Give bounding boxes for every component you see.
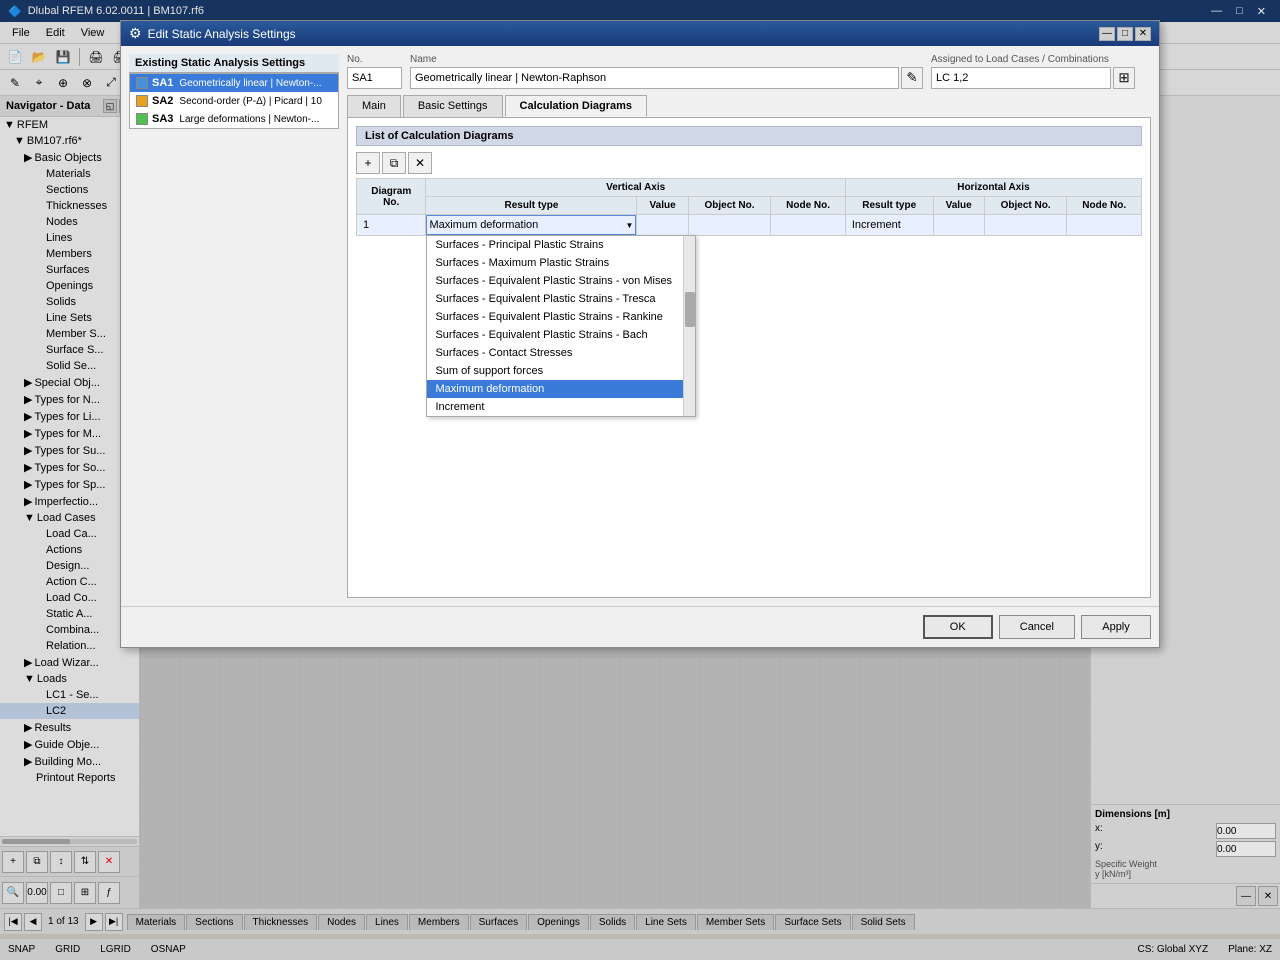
td-h-value[interactable] [933, 215, 984, 236]
diagram-table: DiagramNo. Vertical Axis Horizontal Axis… [356, 178, 1142, 236]
dialog-title-text: Edit Static Analysis Settings [148, 27, 296, 41]
settings-right-area: No. Name ✎ Assigned to Load Cases / Comb… [347, 54, 1151, 598]
dd-item-9[interactable]: Increment [427, 398, 695, 416]
dialog-titlebar: ⚙ Edit Static Analysis Settings — □ ✕ [121, 21, 1159, 46]
table-toolbar: + ⧉ ✕ [356, 152, 1142, 174]
name-input[interactable] [410, 67, 899, 89]
existing-item-sa3[interactable]: SA3 Large deformations | Newton-... [130, 110, 338, 128]
th-horizontal-axis: Horizontal Axis [845, 179, 1141, 197]
dd-item-4[interactable]: Surfaces - Equivalent Plastic Strains - … [427, 308, 695, 326]
existing-settings-title: Existing Static Analysis Settings [129, 54, 339, 73]
table-add-btn[interactable]: + [356, 152, 380, 174]
dd-item-7[interactable]: Sum of support forces [427, 362, 695, 380]
dialog-footer: OK Cancel Apply [121, 606, 1159, 647]
name-field-group: Name ✎ [410, 54, 923, 89]
sa3-id: SA3 [152, 113, 173, 125]
dialog-title-left: ⚙ Edit Static Analysis Settings [129, 25, 296, 42]
dd-item-5[interactable]: Surfaces - Equivalent Plastic Strains - … [427, 326, 695, 344]
name-label: Name [410, 54, 923, 65]
th-v-node: Node No. [771, 197, 846, 215]
tab-basic-settings[interactable]: Basic Settings [403, 95, 503, 117]
table-row-1[interactable]: 1 Maximum deformation ▼ [357, 215, 1142, 236]
th-v-result: Result type [426, 197, 637, 215]
th-h-obj: Object No. [984, 197, 1067, 215]
dialog-minimize-btn[interactable]: — [1099, 27, 1115, 41]
dd-item-6[interactable]: Surfaces - Contact Stresses [427, 344, 695, 362]
dialog-body: Existing Static Analysis Settings SA1 Ge… [121, 46, 1159, 606]
dd-item-2[interactable]: Surfaces - Equivalent Plastic Strains - … [427, 272, 695, 290]
th-h-node: Node No. [1067, 197, 1142, 215]
td-no: 1 [357, 215, 426, 236]
top-fields-row: No. Name ✎ Assigned to Load Cases / Comb… [347, 54, 1151, 89]
sa2-id: SA2 [152, 95, 173, 107]
th-h-result: Result type [845, 197, 933, 215]
td-v-result[interactable]: Maximum deformation ▼ Surfaces - Princip… [426, 215, 637, 236]
edit-static-analysis-dialog: ⚙ Edit Static Analysis Settings — □ ✕ Ex… [120, 20, 1160, 648]
sa3-text: Large deformations | Newton-... [179, 114, 319, 125]
assigned-browse-btn[interactable]: ⊞ [1113, 67, 1135, 89]
assigned-input-row: ⊞ [931, 67, 1151, 89]
dialog-tab-bar: Main Basic Settings Calculation Diagrams [347, 95, 1151, 118]
existing-item-sa1[interactable]: SA1 Geometrically linear | Newton-... [130, 74, 338, 92]
td-h-result[interactable]: Increment [845, 215, 933, 236]
sa1-id: SA1 [152, 77, 173, 89]
dd-scroll-thumb [685, 292, 695, 327]
table-delete-btn[interactable]: ✕ [408, 152, 432, 174]
assigned-input[interactable] [931, 67, 1111, 89]
name-edit-btn[interactable]: ✎ [901, 67, 923, 89]
th-diagram-no: DiagramNo. [357, 179, 426, 215]
table-copy-btn[interactable]: ⧉ [382, 152, 406, 174]
name-input-row: ✎ [410, 67, 923, 89]
dd-scrollbar[interactable] [683, 236, 695, 416]
dialog-title-buttons: — □ ✕ [1099, 27, 1151, 41]
assigned-label: Assigned to Load Cases / Combinations [931, 54, 1151, 65]
diagram-table-container: DiagramNo. Vertical Axis Horizontal Axis… [356, 178, 1142, 236]
assigned-field-group: Assigned to Load Cases / Combinations ⊞ [931, 54, 1151, 89]
tab-main[interactable]: Main [347, 95, 401, 117]
result-type-dropdown[interactable]: Maximum deformation ▼ [426, 215, 636, 235]
sa1-text: Geometrically linear | Newton-... [179, 78, 321, 89]
list-header: List of Calculation Diagrams [356, 126, 1142, 146]
existing-item-sa2[interactable]: SA2 Second-order (P-Δ) | Picard | 10 [130, 92, 338, 110]
cancel-button[interactable]: Cancel [999, 615, 1075, 639]
th-v-value: Value [637, 197, 688, 215]
td-h-node[interactable] [1067, 215, 1142, 236]
tab-calculation-diagrams[interactable]: Calculation Diagrams [505, 95, 647, 117]
td-v-value[interactable] [637, 215, 688, 236]
sa1-color [136, 77, 148, 89]
dd-item-0[interactable]: Surfaces - Principal Plastic Strains [427, 236, 695, 254]
dialog-maximize-btn[interactable]: □ [1117, 27, 1133, 41]
existing-settings-list: SA1 Geometrically linear | Newton-... SA… [129, 73, 339, 129]
result-type-value: Maximum deformation [429, 219, 625, 231]
modal-overlay: ⚙ Edit Static Analysis Settings — □ ✕ Ex… [0, 0, 1280, 960]
ok-button[interactable]: OK [923, 615, 993, 639]
no-input[interactable] [347, 67, 402, 89]
dropdown-arrow-icon: ▼ [626, 221, 634, 230]
apply-button[interactable]: Apply [1081, 615, 1151, 639]
tab-content-area: List of Calculation Diagrams + ⧉ ✕ [347, 118, 1151, 598]
td-v-node[interactable] [771, 215, 846, 236]
no-label: No. [347, 54, 402, 65]
dialog-icon: ⚙ [129, 25, 142, 42]
dd-item-3[interactable]: Surfaces - Equivalent Plastic Strains - … [427, 290, 695, 308]
th-h-value: Value [933, 197, 984, 215]
td-h-obj[interactable] [984, 215, 1067, 236]
sa3-color [136, 113, 148, 125]
existing-settings-panel: Existing Static Analysis Settings SA1 Ge… [129, 54, 339, 598]
td-v-obj[interactable] [688, 215, 771, 236]
dd-item-1[interactable]: Surfaces - Maximum Plastic Strains [427, 254, 695, 272]
th-v-obj: Object No. [688, 197, 771, 215]
dialog-close-btn[interactable]: ✕ [1135, 27, 1151, 41]
th-vertical-axis: Vertical Axis [426, 179, 845, 197]
sa2-color [136, 95, 148, 107]
dd-item-8[interactable]: Maximum deformation [427, 380, 695, 398]
no-field-group: No. [347, 54, 402, 89]
dialog-main-layout: Existing Static Analysis Settings SA1 Ge… [129, 54, 1151, 598]
dropdown-list: Surfaces - Principal Plastic Strains Sur… [426, 235, 696, 417]
sa2-text: Second-order (P-Δ) | Picard | 10 [179, 96, 322, 107]
